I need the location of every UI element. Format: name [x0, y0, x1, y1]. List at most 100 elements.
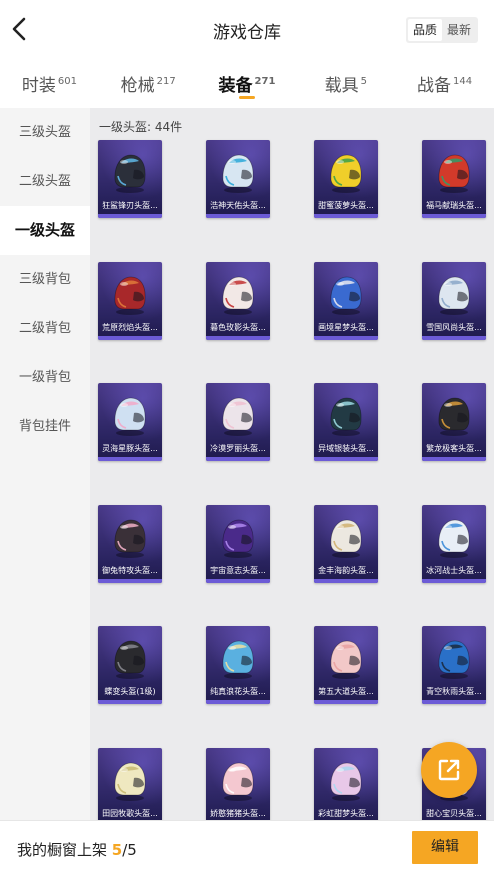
rarity-bar	[206, 700, 270, 704]
helmet-card[interactable]: 宇宙意志头盔...	[206, 505, 270, 583]
helmet-card[interactable]: 异域银装头盔...	[314, 383, 378, 461]
sidebar-item-backpack-charm[interactable]: 背包挂件	[0, 402, 90, 451]
helmet-icon	[330, 276, 362, 315]
rarity-bar	[314, 214, 378, 218]
helmet-card[interactable]: 御兔特攻头盔...	[98, 505, 162, 583]
helmet-card[interactable]: 荒原烈焰头盔...	[98, 262, 162, 340]
rarity-bar	[98, 700, 162, 704]
helmet-name: 第五大道头盔...	[318, 687, 374, 696]
tab-label: 枪械	[120, 76, 155, 96]
helmet-name: 冷漠罗丽头盔...	[210, 444, 266, 453]
showcase-current: 5	[111, 841, 123, 859]
helmet-card[interactable]: 第五大道头盔...	[314, 626, 378, 704]
tab-label: 装备	[218, 76, 253, 96]
tab-count: 271	[254, 76, 276, 88]
rarity-bar	[206, 214, 270, 218]
helmet-name: 异域银装头盔...	[318, 444, 374, 453]
tab-equipment[interactable]: 装备 271	[198, 60, 297, 108]
helmet-icon	[222, 397, 254, 436]
helmet-name: 御兔特攻头盔...	[102, 566, 158, 575]
footer-bar: 我的橱窗上架 5/5 编辑	[0, 820, 494, 875]
helmet-icon	[222, 519, 254, 558]
sort-option-quality[interactable]: 品质	[407, 19, 442, 41]
helmet-icon	[330, 640, 362, 679]
sidebar-item-backpack-lv2[interactable]: 二级背包	[0, 304, 90, 353]
helmet-icon	[114, 276, 146, 315]
helmet-card[interactable]: 浩神天佑头盔...	[206, 140, 270, 218]
edit-button[interactable]: 编辑	[412, 831, 478, 864]
helmet-card[interactable]: 福马献瑞头盔...	[422, 140, 486, 218]
share-button[interactable]	[421, 742, 477, 798]
helmet-name: 宇宙意志头盔...	[210, 566, 266, 575]
helmet-icon	[114, 397, 146, 436]
helmet-icon	[114, 154, 146, 193]
helmet-card[interactable]: 雪国风尚头盔...	[422, 262, 486, 340]
helmet-card[interactable]: 暮色玫影头盔...	[206, 262, 270, 340]
tab-label: 战备	[417, 76, 452, 96]
category-tabs: 时装 601 枪械 217 装备 271 载具 5 战备 144	[0, 60, 494, 108]
rarity-bar	[206, 336, 270, 340]
category-count-label: 一级头盔: 44件	[99, 120, 183, 134]
sidebar-item-helmet-lv1[interactable]: 一级头盔	[0, 206, 90, 255]
helmet-card[interactable]: 蝶变头盔(1级)	[98, 626, 162, 704]
helmet-name: 灵海星豚头盔...	[102, 444, 158, 453]
helmet-card[interactable]: 冷漠罗丽头盔...	[206, 383, 270, 461]
helmet-name: 画境星梦头盔...	[318, 323, 374, 332]
helmet-card[interactable]: 娇憨猪猪头盔...	[206, 748, 270, 820]
helmet-icon	[438, 519, 470, 558]
tab-fashion[interactable]: 时装 601	[0, 60, 99, 108]
rarity-bar	[98, 336, 162, 340]
sidebar-item-helmet-lv2[interactable]: 二级头盔	[0, 157, 90, 206]
sidebar-item-backpack-lv3[interactable]: 三级背包	[0, 255, 90, 304]
tab-label: 时装	[21, 76, 56, 96]
helmet-name: 荒原烈焰头盔...	[102, 323, 158, 332]
helmet-name: 雪国风尚头盔...	[426, 323, 482, 332]
sidebar-item-backpack-lv1[interactable]: 一级背包	[0, 353, 90, 402]
helmet-card[interactable]: 狂鲨锋刃头盔...	[98, 140, 162, 218]
helmet-icon	[114, 762, 146, 801]
tab-label: 载具	[324, 76, 359, 96]
tab-vehicles[interactable]: 载具 5	[296, 60, 395, 108]
helmet-card[interactable]: 金丰海韵头盔...	[314, 505, 378, 583]
helmet-card[interactable]: 画境星梦头盔...	[314, 262, 378, 340]
helmet-name: 繁龙极客头盔...	[426, 444, 482, 453]
helmet-icon	[330, 762, 362, 801]
helmet-name: 冰河战士头盔...	[426, 566, 482, 575]
helmet-card[interactable]: 甜蜜菠萝头盔...	[314, 140, 378, 218]
helmet-name: 田园牧歌头盔...	[102, 809, 158, 818]
helmet-card[interactable]: 灵海星豚头盔...	[98, 383, 162, 461]
rarity-bar	[422, 700, 486, 704]
helmet-card[interactable]: 冰河战士头盔...	[422, 505, 486, 583]
rarity-bar	[422, 336, 486, 340]
tab-guns[interactable]: 枪械 217	[99, 60, 198, 108]
rarity-bar	[422, 579, 486, 583]
helmet-card[interactable]: 彩虹甜梦头盔...	[314, 748, 378, 820]
helmet-icon	[222, 640, 254, 679]
helmet-name: 暮色玫影头盔...	[210, 323, 266, 332]
helmet-icon	[222, 276, 254, 315]
sidebar-item-helmet-lv3[interactable]: 三级头盔	[0, 108, 90, 157]
helmet-card[interactable]: 纯真浪花头盔...	[206, 626, 270, 704]
sort-toggle: 品质 最新	[405, 17, 478, 43]
header: 游戏仓库 品质 最新	[0, 0, 494, 60]
rarity-bar	[422, 214, 486, 218]
rarity-bar	[98, 457, 162, 461]
tab-supplies[interactable]: 战备 144	[395, 60, 494, 108]
showcase-total: /5	[122, 841, 137, 859]
rarity-bar	[98, 214, 162, 218]
helmet-card[interactable]: 繁龙极客头盔...	[422, 383, 486, 461]
helmet-card[interactable]: 青空秋雨头盔...	[422, 626, 486, 704]
tab-count: 5	[360, 76, 367, 88]
helmet-name: 蝶变头盔(1级)	[104, 687, 156, 696]
item-panel[interactable]: 一级头盔: 44件 狂鲨锋刃头盔... 浩神天佑头盔... 甜蜜菠萝头盔... 福马献…	[90, 108, 494, 820]
helmet-icon	[438, 276, 470, 315]
helmet-name: 福马献瑞头盔...	[426, 201, 482, 210]
helmet-icon	[222, 154, 254, 193]
helmet-name: 狂鲨锋刃头盔...	[102, 201, 158, 210]
sort-option-latest[interactable]: 最新	[442, 19, 476, 41]
helmet-card[interactable]: 田园牧歌头盔...	[98, 748, 162, 820]
helmet-icon	[114, 519, 146, 558]
helmet-name: 娇憨猪猪头盔...	[210, 809, 266, 818]
helmet-name: 浩神天佑头盔...	[210, 201, 266, 210]
rarity-bar	[314, 579, 378, 583]
